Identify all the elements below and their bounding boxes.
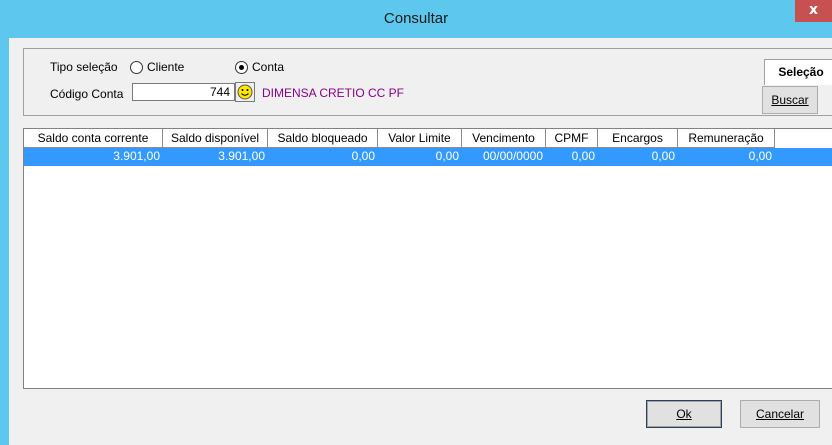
lookup-button[interactable] (235, 82, 255, 102)
table-cell: 3.901,00 (218, 149, 265, 163)
ok-label: Ok (676, 407, 692, 421)
selection-group: Seleção Tipo seleção Cliente Conta Códig… (23, 48, 832, 116)
radio-conta-label[interactable]: Conta (252, 60, 284, 74)
close-button[interactable]: x (795, 0, 832, 22)
radio-cliente-label[interactable]: Cliente (147, 60, 184, 74)
col-header[interactable]: CPMF (546, 129, 598, 148)
tab-selecao[interactable]: Seleção (764, 59, 832, 85)
col-header[interactable]: Remuneração (678, 129, 775, 148)
window-title: Consultar (383, 10, 449, 27)
table-cell: 0,00 (651, 149, 675, 163)
table-cell: 0,00 (748, 149, 772, 163)
table-cell: 3.901,00 (113, 149, 160, 163)
radio-conta[interactable] (235, 61, 248, 74)
table-cell: 0,00 (435, 149, 459, 163)
table-cell: 0,00 (351, 149, 375, 163)
col-header[interactable]: Saldo conta corrente (24, 129, 163, 148)
title-bar: Consultar x (0, 0, 832, 38)
cancel-button[interactable]: Cancelar (740, 400, 820, 428)
col-header[interactable]: Saldo disponível (163, 129, 268, 148)
smiley-icon (237, 84, 253, 100)
results-table[interactable]: Saldo conta corrente Saldo disponível Sa… (23, 128, 832, 389)
table-cell: 00/00/0000 (482, 149, 543, 163)
account-name: DIMENSA CRETIO CC PF (262, 86, 405, 100)
tipo-selecao-label: Tipo seleção (50, 60, 118, 74)
col-header[interactable]: Vencimento (462, 129, 546, 148)
col-header[interactable]: Saldo bloqueado (268, 129, 378, 148)
ok-button[interactable]: Ok (646, 400, 722, 428)
table-cell: 0,00 (571, 149, 595, 163)
buscar-button[interactable]: Buscar (762, 86, 818, 114)
buscar-label: Buscar (771, 93, 809, 107)
codigo-conta-input[interactable]: 744 (132, 83, 235, 101)
cancel-label: Cancelar (755, 407, 805, 421)
dialog-body: Seleção Tipo seleção Cliente Conta Códig… (9, 38, 832, 445)
radio-cliente[interactable] (130, 61, 143, 74)
codigo-conta-label: Código Conta (50, 87, 124, 101)
col-header[interactable]: Valor Limite (378, 129, 462, 148)
col-header[interactable]: Encargos (598, 129, 678, 148)
table-row[interactable]: 3.901,00 3.901,00 0,00 0,00 00/00/0000 0… (24, 148, 832, 166)
